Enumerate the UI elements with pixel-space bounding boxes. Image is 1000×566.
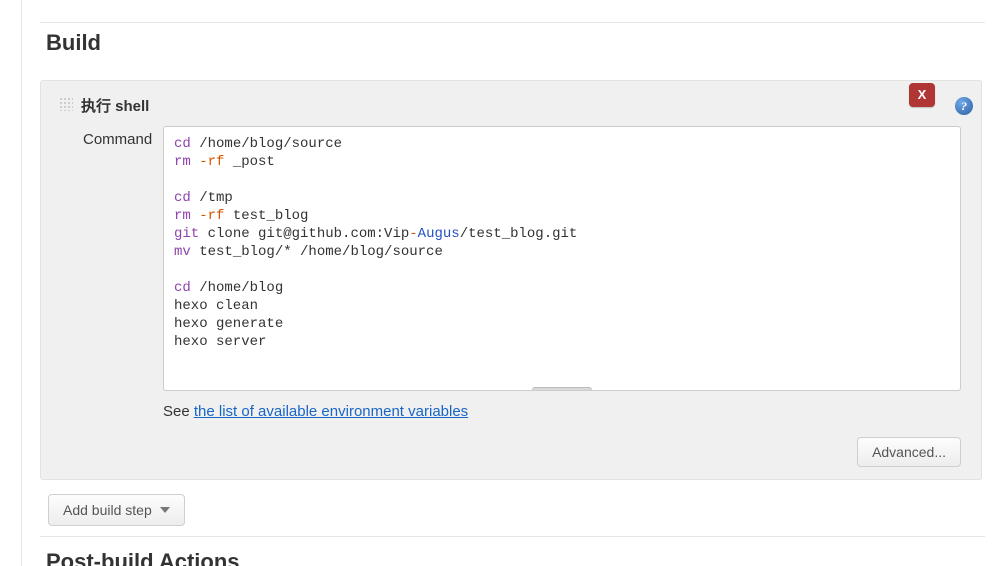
code-token: cd: [174, 280, 191, 296]
config-page: Build 执行 shell X ? Command cd /home/blog…: [0, 0, 1000, 566]
add-build-step-button[interactable]: Add build step: [48, 494, 185, 526]
command-textarea[interactable]: cd /home/blog/source rm -rf _post cd /tm…: [163, 126, 961, 391]
left-gutter: [0, 0, 22, 566]
code-token: _post: [224, 154, 274, 170]
code-token: cd: [174, 190, 191, 206]
code-token: /test_blog.git: [460, 226, 578, 242]
help-icon[interactable]: ?: [955, 97, 973, 115]
code-token: Augus: [418, 226, 460, 242]
code-token: hexo clean: [174, 298, 258, 314]
env-vars-hint: See the list of available environment va…: [163, 403, 468, 420]
code-token: /home/blog/source: [191, 136, 342, 152]
code-token: /home/blog: [191, 280, 283, 296]
env-vars-link[interactable]: the list of available environment variab…: [194, 403, 468, 420]
code-token: hexo server: [174, 334, 266, 350]
resize-handle-icon[interactable]: [532, 387, 592, 391]
section-title-post-build: Post-build Actions: [46, 549, 240, 566]
divider-bottom: [40, 536, 985, 537]
step-title: 执行 shell: [81, 95, 149, 116]
advanced-button[interactable]: Advanced...: [857, 437, 961, 467]
code-token: rm: [174, 154, 191, 170]
add-build-step-label: Add build step: [63, 502, 152, 518]
hint-prefix: See: [163, 403, 194, 420]
command-label: Command: [83, 131, 152, 148]
code-token: clone git@github.com:Vip: [199, 226, 409, 242]
divider-top: [40, 22, 985, 23]
code-token: test_blog/* /home/blog/source: [191, 244, 443, 260]
code-token: -: [409, 226, 417, 242]
chevron-down-icon: [160, 507, 170, 513]
section-title-build: Build: [46, 30, 101, 56]
delete-step-button[interactable]: X: [909, 83, 935, 107]
code-token: hexo generate: [174, 316, 283, 332]
drag-handle-icon[interactable]: [59, 97, 73, 111]
code-token: test_blog: [224, 208, 308, 224]
code-token: cd: [174, 136, 191, 152]
code-token: rm: [174, 208, 191, 224]
code-token: mv: [174, 244, 191, 260]
build-step-block: 执行 shell X ? Command cd /home/blog/sourc…: [40, 80, 982, 480]
code-token: git: [174, 226, 199, 242]
code-token: /tmp: [191, 190, 233, 206]
code-token: -rf: [191, 208, 225, 224]
code-token: -rf: [191, 154, 225, 170]
